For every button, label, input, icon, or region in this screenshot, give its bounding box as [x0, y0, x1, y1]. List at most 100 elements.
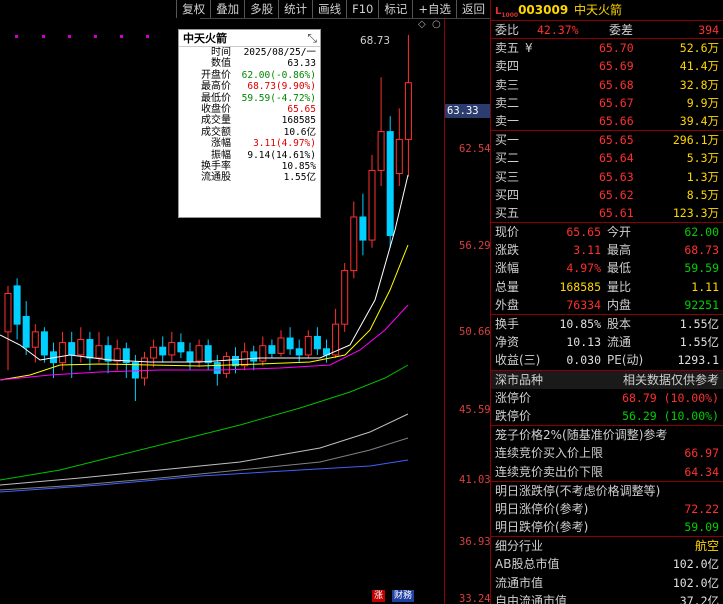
- bid-label: 买三: [495, 169, 520, 184]
- diamond-icon[interactable]: ◇: [418, 19, 426, 30]
- popup-value: 62.00(-0.86%): [241, 69, 316, 81]
- ask-volume: 32.8万: [679, 77, 719, 92]
- popup-row: 换手率 10.85%: [179, 161, 320, 172]
- candle-body: [204, 345, 212, 364]
- popup-value: 2025/08/25/一: [243, 47, 316, 58]
- popup-value: 9.14(14.61%): [247, 149, 316, 161]
- cap-value: 102.0亿: [672, 557, 719, 572]
- ask-volume: 9.9万: [686, 95, 719, 110]
- toolbar-button-2[interactable]: 多股: [244, 0, 278, 18]
- bid-row[interactable]: 买二 65.64 5.3万: [491, 149, 723, 167]
- quote-label: 内盘: [607, 297, 632, 312]
- popup-value: 3.11(4.97%): [253, 138, 316, 150]
- stats-label: 换手: [495, 317, 520, 331]
- candle-body: [268, 345, 276, 354]
- tomorrow-row: 明日跌停价(参考) 59.09: [491, 518, 723, 536]
- toolbar-button-3[interactable]: 统计: [278, 0, 312, 18]
- exchange-logo-icon: L1000: [495, 6, 519, 19]
- toolbar-button-4[interactable]: 画线: [312, 0, 346, 18]
- current-price-tag: 63.33: [445, 104, 490, 118]
- tomorrow-label: 明日跌停价(参考): [495, 520, 589, 535]
- limit-label: 涨停价: [495, 390, 532, 405]
- stats-value: 1.55亿: [679, 335, 719, 350]
- limit-up-tag[interactable]: 涨: [372, 590, 386, 602]
- cap-value: 102.0亿: [672, 575, 719, 590]
- popup-label: 数值: [211, 58, 231, 70]
- ma60-line: [0, 364, 409, 481]
- candle-body: [359, 216, 367, 241]
- stock-name: 中天火箭: [574, 3, 623, 17]
- candle-body: [31, 331, 39, 348]
- quote-label: 今开: [607, 225, 632, 240]
- popup-value: 63.33: [287, 58, 316, 70]
- quote-panel: L1000003009 中天火箭 委比 42.37% 委差 394 卖五 65.7…: [490, 0, 723, 604]
- candle-body: [213, 362, 221, 374]
- popup-value: 10.85%: [281, 160, 316, 172]
- candle-body: [59, 342, 67, 364]
- quote-value: 68.73: [684, 243, 719, 258]
- toolbar-button-7[interactable]: +自选: [412, 0, 456, 18]
- cage-value: 64.34: [684, 464, 719, 479]
- ask-row[interactable]: 卖一 65.66 39.4万: [491, 112, 723, 130]
- candle-body: [250, 351, 258, 362]
- popup-row: 最高价 68.73(9.90%): [179, 81, 320, 92]
- candle-body: [77, 339, 85, 356]
- financial-tag[interactable]: 财務: [392, 590, 415, 602]
- popup-title-text: 中天火箭: [183, 32, 227, 45]
- toolbar-button-0[interactable]: 复权: [176, 0, 210, 18]
- ask-volume: 39.4万: [679, 113, 719, 128]
- bid-price: 65.63: [599, 169, 634, 184]
- ask-row[interactable]: 卖五 65.70 52.6万 ¥: [491, 39, 723, 57]
- limit-value: 68.79 (10.00%): [622, 390, 719, 405]
- toolbar-button-6[interactable]: 标记: [378, 0, 412, 18]
- candle-body: [386, 131, 394, 236]
- cap-row: 流通市值 102.0亿: [491, 574, 723, 592]
- popup-value: 65.65: [287, 103, 316, 115]
- candle-body: [286, 337, 294, 350]
- popup-label: 涨幅: [211, 138, 231, 150]
- quote-label: 外盘: [495, 297, 520, 312]
- kline-chart[interactable]: 复权 叠加 多股 统计 画线 F10 标记 +自选 返回 62.54 56.29 50.66 45.5…: [0, 0, 491, 604]
- candle-body: [341, 270, 349, 325]
- candle-body: [368, 169, 376, 241]
- cage-row: 连续竞价买入价上限 66.97: [491, 444, 723, 462]
- ask-row[interactable]: 卖三 65.68 32.8万: [491, 76, 723, 94]
- toolbar-button-8[interactable]: 返回: [456, 0, 490, 18]
- stats-value: 1293.1: [677, 353, 719, 368]
- bid-row[interactable]: 买四 65.62 8.5万: [491, 186, 723, 204]
- candle-body: [186, 351, 194, 362]
- stats-label: 净资: [495, 335, 520, 350]
- market-row: 深市品种 相关数据仅供参考: [491, 370, 723, 389]
- bid-row[interactable]: 买三 65.63 1.3万: [491, 168, 723, 186]
- candle-body: [313, 335, 321, 350]
- popup-row: 振幅 9.14(14.61%): [179, 150, 320, 161]
- bid-row[interactable]: 买五 65.61 123.3万: [491, 204, 723, 222]
- industry-row[interactable]: 细分行业 航空: [491, 537, 723, 555]
- ask-label: 卖一: [495, 113, 520, 128]
- quote-row: 现价 65.65 今开 62.00: [491, 223, 723, 241]
- circle-icon[interactable]: ○: [432, 19, 441, 30]
- ask-row[interactable]: 卖四 65.69 41.4万: [491, 57, 723, 75]
- axis-tick-label: 56.29: [459, 240, 491, 252]
- cap-label: 自由流通市值: [495, 593, 568, 604]
- event-marker-icon: [120, 35, 123, 38]
- popup-row: 最低价 59.59(-4.72%): [179, 93, 320, 104]
- ask-row[interactable]: 卖二 65.67 9.9万: [491, 94, 723, 112]
- quote-value: 4.97%: [566, 261, 601, 276]
- popup-value: 68.73(9.90%): [247, 81, 316, 93]
- quote-label: 涨幅: [495, 261, 520, 276]
- stats-row: 净资 10.13 流通 1.55亿: [491, 333, 723, 351]
- popup-row: 成交额 10.6亿: [179, 127, 320, 138]
- popup-value: 10.6亿: [283, 126, 316, 138]
- quote-value: 62.00: [684, 225, 719, 240]
- ask-price: 65.68: [599, 77, 634, 92]
- popup-label: 最低价: [201, 92, 231, 104]
- resize-icon[interactable]: ⤡: [307, 30, 317, 47]
- stats-label: 股本: [607, 317, 632, 331]
- limit-prices: 涨停价 68.79 (10.00%) 跌停价 56.29 (10.00%): [491, 389, 723, 427]
- bid-row[interactable]: 买一 65.65 296.1万: [491, 131, 723, 149]
- toolbar-button-1[interactable]: 叠加: [210, 0, 244, 18]
- stats-value: 10.85%: [559, 317, 601, 331]
- candle-body: [377, 131, 385, 171]
- toolbar-button-5[interactable]: F10: [346, 0, 378, 18]
